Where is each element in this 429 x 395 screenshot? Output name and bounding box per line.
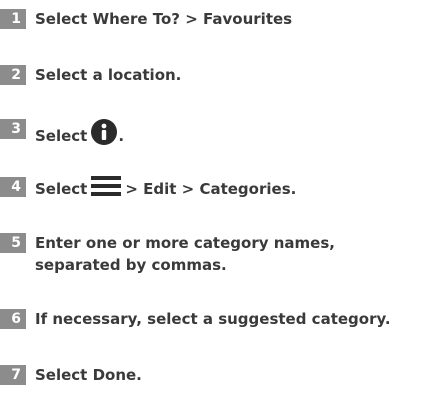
- step-number: 5: [0, 233, 26, 253]
- step-text: Select > Edit > Categories.: [35, 176, 296, 200]
- step-text-after: > Edit > Categories.: [125, 180, 297, 198]
- step-text-before: Select: [35, 180, 88, 198]
- step-text-line-2: separated by commas.: [35, 256, 227, 274]
- step-text-before: Select: [35, 127, 88, 145]
- step-number: 4: [0, 177, 26, 197]
- step-2: 2 Select a location.: [0, 64, 181, 86]
- info-icon: [90, 118, 118, 146]
- step-6: 6 If necessary, select a suggested categ…: [0, 308, 391, 330]
- step-text: If necessary, select a suggested categor…: [35, 310, 391, 328]
- instruction-steps: 1 Select Where To? > Favourites 2 Select…: [0, 0, 429, 395]
- step-7: 7 Select Done.: [0, 364, 142, 386]
- step-text: Enter one or more category names, separa…: [35, 232, 335, 276]
- step-4: 4 Select > Edit > Categories.: [0, 176, 296, 200]
- step-text: Select Done.: [35, 366, 142, 384]
- step-number: 1: [0, 9, 26, 29]
- step-number: 6: [0, 309, 26, 329]
- step-text-after: .: [118, 127, 125, 145]
- step-text: Select Where To? > Favourites: [35, 10, 293, 28]
- step-text: Select.: [35, 118, 124, 147]
- step-text-line-1: Enter one or more category names,: [35, 234, 335, 252]
- step-number: 7: [0, 365, 26, 385]
- step-text: Select a location.: [35, 66, 182, 84]
- step-5: 5 Enter one or more category names, sepa…: [0, 232, 335, 276]
- step-number: 3: [0, 119, 26, 139]
- menu-icon: [91, 176, 122, 198]
- step-number: 2: [0, 65, 26, 85]
- step-3: 3 Select.: [0, 118, 124, 147]
- step-1: 1 Select Where To? > Favourites: [0, 8, 292, 30]
